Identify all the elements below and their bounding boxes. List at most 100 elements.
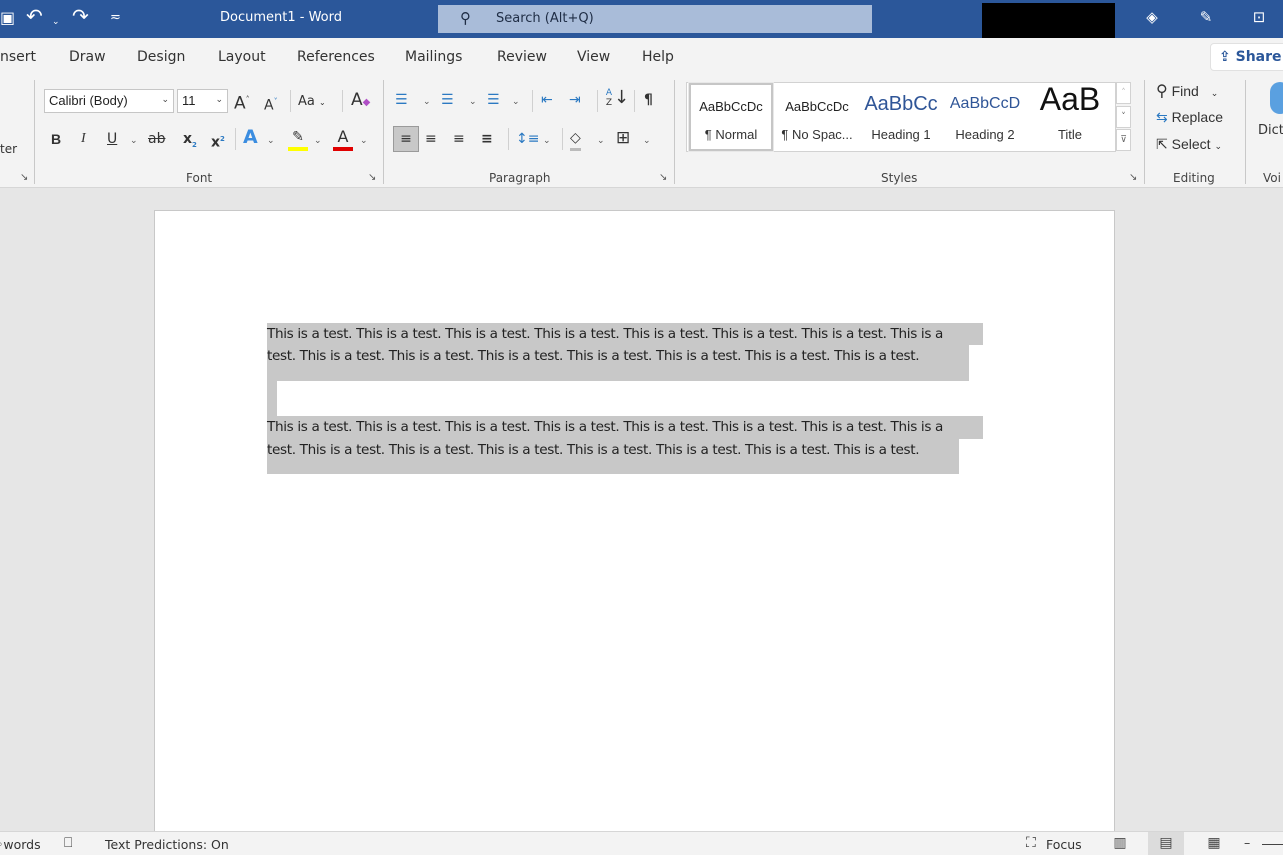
zoom-out-button[interactable]: – [1244, 835, 1250, 850]
diamond-icon[interactable]: ◈ [1142, 8, 1162, 28]
style-preview: AaBbCc [864, 93, 938, 115]
tab-layout[interactable]: Layout [218, 49, 266, 65]
tab-help[interactable]: Help [642, 49, 674, 65]
tab-review[interactable]: Review [497, 49, 547, 65]
style-title[interactable]: AaB Title [1027, 83, 1113, 151]
paragraph-1-line-2[interactable]: test. This is a test. This is a test. Th… [267, 345, 920, 367]
grow-font-button[interactable]: A˄ [234, 90, 250, 114]
dictate-button[interactable]: Dict [1258, 123, 1283, 138]
separator [634, 90, 635, 112]
select-button[interactable]: ⇱ Select ⌄ [1156, 136, 1222, 153]
text-effects-dropdown-chevron-icon[interactable]: ⌄ [267, 136, 275, 146]
bold-button[interactable]: B [51, 129, 61, 149]
style-heading-1[interactable]: AaBbCc Heading 1 [859, 83, 943, 151]
justify-button[interactable]: ≡ [481, 129, 493, 149]
find-icon: ⚲ [1156, 83, 1168, 100]
document-page[interactable]: This is a test. This is a test. This is … [154, 210, 1115, 850]
italic-button[interactable]: I [81, 129, 86, 149]
shading-dropdown-chevron-icon[interactable]: ⌄ [597, 136, 605, 146]
borders-dropdown-chevron-icon[interactable]: ⌄ [643, 136, 651, 146]
multilevel-list-icon[interactable]: ☰ [487, 90, 500, 110]
paragraph-dialog-launcher-icon[interactable]: ↘ [659, 172, 667, 183]
clear-formatting-button[interactable]: A◆ [351, 90, 370, 113]
style-normal[interactable]: AaBbCcDc ¶ Normal [688, 82, 774, 152]
underline-button[interactable]: U [107, 129, 117, 149]
subscript-button[interactable]: x2 [183, 129, 197, 155]
styles-scroll-up-button[interactable]: ˄ [1116, 82, 1131, 104]
tab-design[interactable]: Design [137, 49, 185, 65]
style-name: Title [1057, 127, 1083, 142]
save-icon[interactable]: ▣ [0, 8, 15, 28]
increase-indent-icon[interactable]: ⇥ [569, 90, 581, 110]
font-color-dropdown-chevron-icon[interactable]: ⌄ [360, 136, 368, 146]
undo-dropdown-chevron-icon[interactable]: ⌄ [52, 12, 60, 32]
shading-button[interactable]: ◇ [570, 128, 581, 151]
focus-button[interactable]: Focus [1046, 837, 1082, 852]
multilevel-dropdown-chevron-icon[interactable]: ⌄ [512, 97, 520, 107]
tab-mailings[interactable]: Mailings [405, 49, 462, 65]
font-dialog-launcher-icon[interactable]: ↘ [368, 172, 376, 183]
sort-icon[interactable]: ↓ [614, 88, 629, 108]
styles-more-button[interactable]: ⊽ [1116, 129, 1131, 151]
text-effects-button[interactable]: A [243, 127, 258, 147]
share-label: Share [1235, 49, 1282, 65]
styles-dialog-launcher-icon[interactable]: ↘ [1129, 172, 1137, 183]
account-area-redacted[interactable] [982, 3, 1115, 38]
pen-icon[interactable]: ✎ [1196, 8, 1216, 28]
font-size-select[interactable]: 11 ⌄ [177, 89, 228, 113]
numbering-dropdown-chevron-icon[interactable]: ⌄ [469, 97, 477, 107]
print-layout-icon[interactable]: ▤ [1148, 832, 1184, 855]
shrink-font-button[interactable]: A˅ [264, 92, 278, 116]
superscript-button[interactable]: x2 [211, 129, 225, 153]
paragraph-3-line-1[interactable]: This is a test. This is a test. This is … [267, 416, 943, 438]
text-predictions-status[interactable]: Text Predictions: On [105, 837, 229, 852]
numbering-icon[interactable]: ☰ [441, 90, 454, 110]
strikethrough-button[interactable]: ab [148, 129, 165, 149]
share-button[interactable]: ⇪ Share [1210, 43, 1283, 71]
line-spacing-button[interactable]: ↕≡ [516, 129, 539, 149]
tab-draw[interactable]: Draw [69, 49, 106, 65]
line-spacing-dropdown-chevron-icon[interactable]: ⌄ [543, 136, 551, 146]
separator [290, 90, 291, 112]
paragraph-1-line-1[interactable]: This is a test. This is a test. This is … [267, 323, 943, 345]
font-name-select[interactable]: Calibri (Body) ⌄ [44, 89, 174, 113]
style-heading-2[interactable]: AaBbCcD Heading 2 [943, 83, 1027, 151]
redo-icon[interactable]: ↷ [72, 6, 89, 26]
tab-insert[interactable]: nsert [0, 49, 36, 65]
undo-icon[interactable]: ↶ [26, 6, 43, 26]
read-mode-icon[interactable]: ▥ [1102, 832, 1138, 855]
tab-references[interactable]: References [297, 49, 375, 65]
styles-scroll-down-button[interactable]: ˅ [1116, 106, 1131, 128]
align-left-button[interactable]: ≡ [393, 126, 419, 152]
show-formatting-marks-icon[interactable]: ¶ [644, 90, 653, 110]
align-right-button[interactable]: ≡ [453, 129, 465, 149]
web-layout-icon[interactable]: ▦ [1196, 832, 1232, 855]
find-button[interactable]: ⚲ Find ⌄ [1156, 81, 1218, 101]
highlight-dropdown-chevron-icon[interactable]: ⌄ [314, 136, 322, 146]
select-icon: ⇱ [1156, 136, 1168, 152]
search-box[interactable]: ⚲ Search (Alt+Q) [438, 5, 872, 33]
ribbon-display-options-icon[interactable]: ⊡ [1249, 8, 1269, 28]
paragraph-3-line-2[interactable]: test. This is a test. This is a test. Th… [267, 439, 920, 461]
customize-quick-access-icon[interactable]: ≂ [110, 8, 121, 28]
bullets-icon[interactable]: ☰ [395, 90, 408, 110]
underline-dropdown-chevron-icon[interactable]: ⌄ [130, 136, 138, 146]
bullets-dropdown-chevron-icon[interactable]: ⌄ [423, 97, 431, 107]
borders-button[interactable]: ⊞ [616, 128, 630, 148]
focus-icon[interactable]: ⛶ [1026, 835, 1036, 851]
word-count[interactable]: ◦words [0, 837, 41, 852]
clipboard-dialog-launcher-icon[interactable]: ↘ [20, 172, 28, 183]
chevron-down-icon: ⌄ [215, 94, 223, 104]
font-color-button[interactable]: A [333, 127, 353, 151]
highlight-color-button[interactable]: ✎ [288, 127, 308, 151]
replace-button[interactable]: ⇆ Replace [1156, 109, 1223, 126]
tab-view[interactable]: View [577, 49, 610, 65]
clipboard-format-painter-label[interactable]: ter [0, 142, 17, 156]
change-case-button[interactable]: Aa ⌄ [298, 92, 326, 113]
align-center-button[interactable]: ≡ [425, 129, 437, 149]
zoom-slider[interactable] [1262, 844, 1283, 845]
style-no-spacing[interactable]: AaBbCcDc ¶ No Spac... [775, 83, 859, 151]
proofing-icon[interactable]: ⎕ [64, 835, 72, 851]
decrease-indent-icon[interactable]: ⇤ [541, 90, 553, 110]
microphone-icon[interactable] [1270, 82, 1283, 114]
